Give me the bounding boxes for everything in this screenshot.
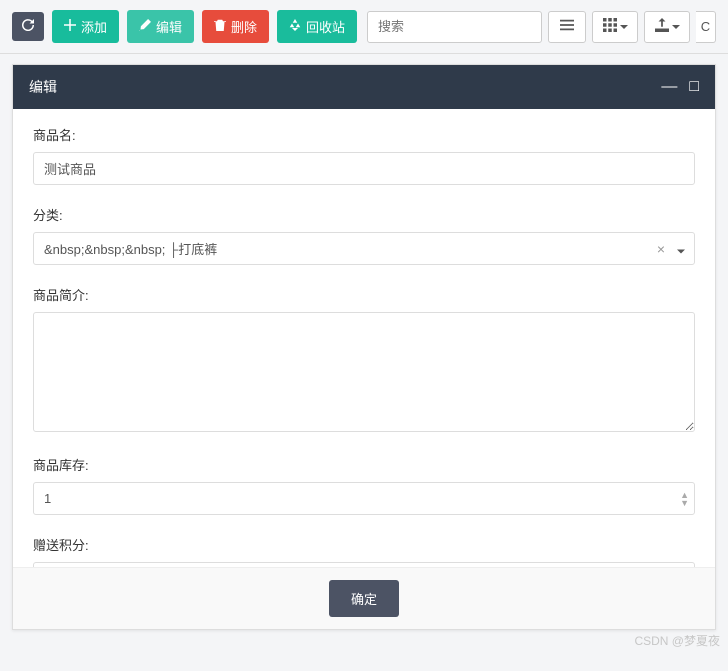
panel-title: 编辑 [29, 77, 57, 97]
more-button[interactable]: C [696, 11, 716, 43]
view-grid-button[interactable] [592, 11, 638, 43]
stock-label: 商品库存: [33, 455, 695, 474]
export-icon [655, 18, 669, 35]
form-group-category: 分类: × [33, 205, 695, 265]
recycle-icon [289, 19, 301, 34]
form-group-name: 商品名: [33, 125, 695, 185]
name-input[interactable] [33, 152, 695, 185]
form-group-stock: 商品库存: ▲▼ [33, 455, 695, 515]
list-icon [560, 18, 574, 35]
plus-icon [64, 19, 76, 34]
chevron-down-icon [620, 25, 628, 29]
chevron-down-icon[interactable] [677, 241, 685, 256]
grid-icon [603, 18, 617, 35]
name-label: 商品名: [33, 125, 695, 144]
chevron-down-icon [672, 25, 680, 29]
stock-input[interactable] [33, 482, 695, 515]
recycle-button-label: 回收站 [306, 17, 345, 36]
watermark: CSDN @梦夏夜 [634, 632, 720, 649]
stock-stepper[interactable]: ▲▼ [680, 492, 689, 506]
recycle-button[interactable]: 回收站 [277, 10, 357, 43]
panel-footer: 确定 [13, 567, 715, 629]
category-label: 分类: [33, 205, 695, 224]
edit-button-label: 编辑 [156, 17, 182, 36]
add-button-label: 添加 [81, 17, 107, 36]
toolbar-right: C [367, 11, 716, 43]
search-input[interactable] [367, 11, 542, 43]
panel-header: 编辑 — □ [13, 65, 715, 109]
panel-body: 商品名: 分类: × 商品简介: 商品库存: ▲▼ 赠送积分: [13, 109, 715, 629]
refresh-button[interactable] [12, 12, 44, 41]
panel-window-controls: — □ [661, 79, 699, 95]
maximize-icon[interactable]: □ [689, 79, 699, 95]
clear-icon[interactable]: × [657, 241, 665, 257]
edit-panel: 编辑 — □ 商品名: 分类: × 商品简介: 商品库存: [12, 64, 716, 630]
delete-button[interactable]: 删除 [202, 10, 269, 43]
add-button[interactable]: 添加 [52, 10, 119, 43]
intro-textarea[interactable] [33, 312, 695, 432]
edit-button[interactable]: 编辑 [127, 10, 194, 43]
top-toolbar: 添加 编辑 删除 回收站 C [0, 0, 728, 54]
trash-icon [214, 19, 226, 34]
delete-button-label: 删除 [231, 17, 257, 36]
ok-button[interactable]: 确定 [329, 580, 399, 617]
view-list-button[interactable] [548, 11, 586, 43]
export-button[interactable] [644, 11, 690, 43]
more-icon: C [701, 19, 710, 34]
form-group-intro: 商品简介: [33, 285, 695, 435]
minimize-icon[interactable]: — [661, 79, 677, 95]
refresh-icon [22, 19, 34, 34]
pencil-icon [139, 19, 151, 34]
points-label: 赠送积分: [33, 535, 695, 554]
chevron-down-icon: ▼ [680, 500, 689, 506]
intro-label: 商品简介: [33, 285, 695, 304]
category-select[interactable] [33, 232, 695, 265]
